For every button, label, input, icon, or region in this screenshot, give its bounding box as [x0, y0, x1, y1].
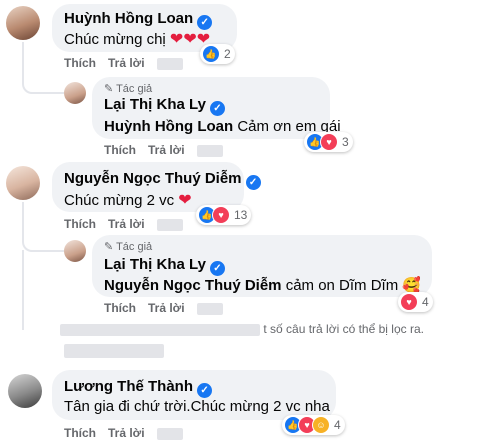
comment-actions: Thích Trả lời: [64, 217, 195, 231]
blurred-timestamp: [196, 302, 223, 315]
like-icon: 👍: [202, 45, 220, 63]
author-tag: ✎ Tác giả: [104, 82, 152, 95]
verified-badge-icon: ✓: [197, 383, 213, 398]
comment-actions: Thích Trả lời: [64, 426, 195, 440]
reaction-summary[interactable]: 👍 ♥ ☺ 4: [282, 415, 345, 435]
like-button[interactable]: Thích: [104, 301, 136, 315]
avatar-luong-the-thanh[interactable]: [8, 374, 42, 408]
author-tag-icon: ✎: [104, 241, 117, 253]
blurred-text: [64, 343, 164, 358]
reaction-summary[interactable]: 👍 ♥ 13: [196, 205, 252, 225]
avatar-lai-thi-kha-ly[interactable]: [64, 82, 86, 104]
blurred-text: [60, 323, 260, 336]
reply-thread-line: [22, 250, 24, 330]
commenter-name[interactable]: Huỳnh Hồng Loan ✓: [64, 10, 213, 30]
comment-text: Tân gia đi chứ trời.Chúc mừng 2 vc nha: [64, 398, 330, 415]
verified-badge-icon: ✓: [245, 175, 261, 190]
reply-text: Huỳnh Hồng Loan Cảm ơn em gái: [104, 118, 341, 135]
hidden-replies-notice[interactable]: t số câu trả lời có thể bị lọc ra.: [60, 322, 424, 336]
commenter-name[interactable]: Lương Thế Thành ✓: [64, 378, 213, 398]
mention-link[interactable]: Huỳnh Hồng Loan: [104, 118, 233, 135]
commenter-name[interactable]: Lại Thị Kha Ly ✓: [104, 256, 225, 276]
love-icon: ♥: [212, 206, 230, 224]
author-tag-label: Tác giả: [116, 241, 153, 253]
verified-badge-icon: ✓: [209, 101, 225, 116]
reply-button[interactable]: Trả lời: [148, 301, 185, 315]
comment-body: Chúc mừng 2 vc: [64, 192, 175, 209]
reply-button[interactable]: Trả lời: [108, 217, 145, 231]
reaction-count: 4: [334, 418, 341, 432]
comment-body: Chúc mừng chị: [64, 31, 166, 48]
commenter-name-text[interactable]: Lại Thị Kha Ly: [104, 256, 206, 273]
comment-body: Tân gia đi chứ trời.Chúc mừng 2 vc nha: [64, 398, 330, 415]
commenter-name[interactable]: Lại Thị Kha Ly ✓: [104, 96, 225, 116]
reaction-summary[interactable]: 👍 ♥ 3: [304, 132, 353, 152]
reaction-count: 4: [422, 295, 429, 309]
reaction-summary[interactable]: ♥ 4: [398, 292, 433, 312]
hidden-replies-text: t số câu trả lời có thể bị lọc ra.: [263, 322, 424, 336]
heart-emoji: ❤: [178, 192, 192, 209]
verified-badge-icon: ✓: [197, 15, 213, 30]
avatar-huynh-hong-loan[interactable]: [6, 6, 40, 40]
reaction-count: 3: [342, 135, 349, 149]
reaction-count: 13: [234, 208, 248, 222]
author-tag-label: Tác giả: [116, 83, 153, 95]
like-button[interactable]: Thích: [64, 426, 96, 440]
commenter-name-text[interactable]: Lại Thị Kha Ly: [104, 96, 206, 113]
blurred-timestamp: [156, 218, 183, 231]
care-icon: ☺: [312, 416, 330, 434]
comment-actions: Thích Trả lời: [104, 301, 235, 315]
commenter-name-text[interactable]: Huỳnh Hồng Loan: [64, 10, 193, 27]
reply-thread-line: [22, 42, 64, 94]
reply-body: cảm on Dĩm Dĩm: [285, 277, 399, 294]
author-tag: ✎ Tác giả: [104, 240, 152, 253]
reaction-count: 2: [224, 47, 231, 61]
reply-button[interactable]: Trả lời: [108, 426, 145, 440]
verified-badge-icon: ✓: [209, 261, 225, 276]
love-icon: ♥: [400, 293, 418, 311]
comment-actions: Thích Trả lời: [64, 56, 195, 70]
commenter-name-text[interactable]: Lương Thế Thành: [64, 378, 193, 395]
blurred-row: [64, 342, 164, 360]
like-button[interactable]: Thích: [64, 217, 96, 231]
mention-link[interactable]: Nguyễn Ngọc Thuý Diễm: [104, 277, 282, 294]
reaction-summary[interactable]: 👍 2: [200, 44, 235, 64]
author-tag-icon: ✎: [104, 83, 117, 95]
comment-text: Chúc mừng 2 vc ❤: [64, 190, 192, 210]
blurred-timestamp: [196, 144, 223, 157]
like-button[interactable]: Thích: [64, 56, 96, 70]
reply-button[interactable]: Trả lời: [108, 56, 145, 70]
blurred-timestamp: [156, 427, 183, 440]
comment-actions: Thích Trả lời: [104, 143, 235, 157]
reply-text: Nguyễn Ngọc Thuý Diễm cảm on Dĩm Dĩm 🥰: [104, 276, 421, 294]
love-icon: ♥: [320, 133, 338, 151]
comment-text: Chúc mừng chị ❤❤❤: [64, 29, 210, 49]
blurred-timestamp: [156, 57, 183, 70]
like-button[interactable]: Thích: [104, 143, 136, 157]
avatar-nguyen-ngoc-thuy-diem[interactable]: [6, 166, 40, 200]
reply-button[interactable]: Trả lời: [148, 143, 185, 157]
commenter-name[interactable]: Nguyễn Ngọc Thuý Diễm ✓: [64, 170, 261, 190]
commenter-name-text[interactable]: Nguyễn Ngọc Thuý Diễm: [64, 170, 242, 187]
avatar-lai-thi-kha-ly[interactable]: [64, 240, 86, 262]
reply-thread-line: [22, 202, 64, 252]
